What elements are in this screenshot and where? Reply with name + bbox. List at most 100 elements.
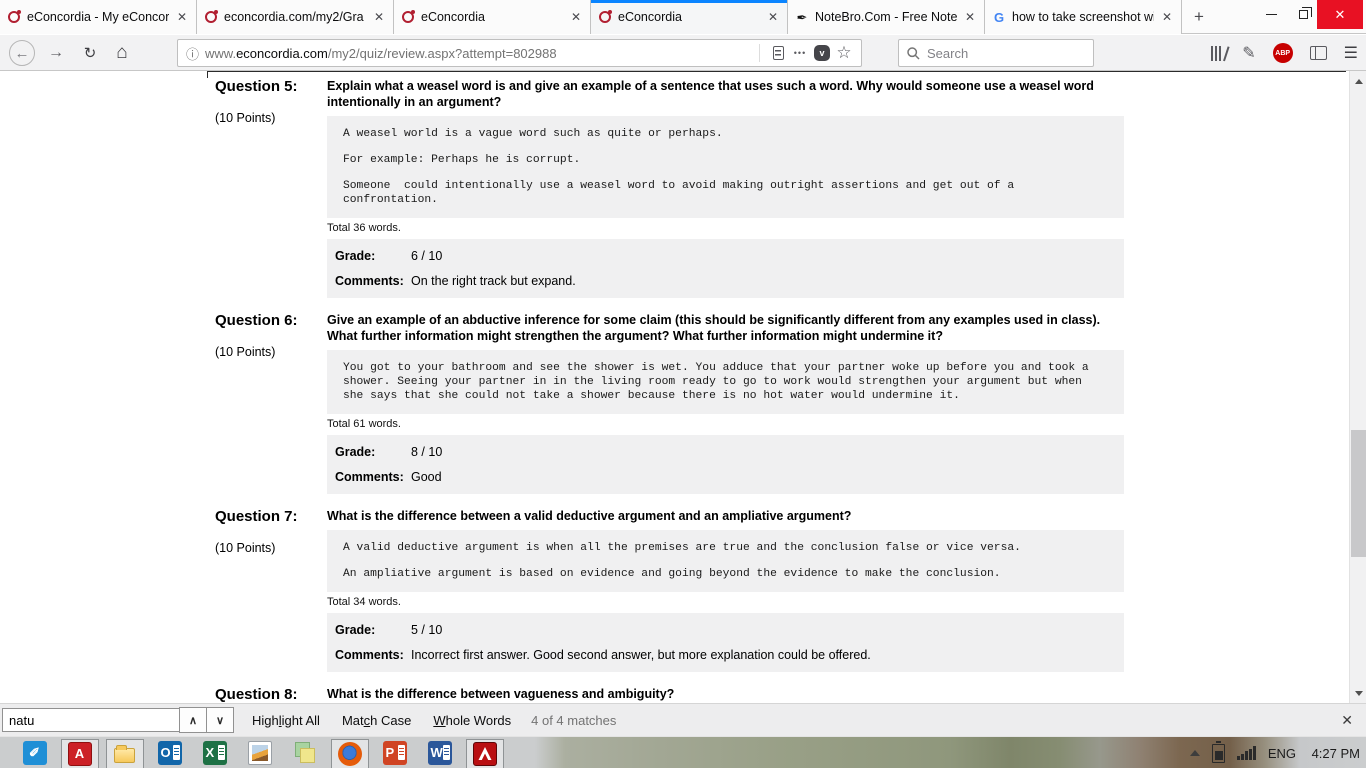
tray-expand-icon[interactable]: [1190, 750, 1200, 756]
tab-close-icon[interactable]: ✕: [963, 10, 977, 24]
reader-mode-icon[interactable]: [767, 41, 789, 65]
photos-icon: [248, 741, 272, 765]
notebro-extension-icon[interactable]: ✎: [1242, 43, 1255, 63]
tab-close-icon[interactable]: ✕: [1160, 10, 1174, 24]
taskbar-outlook[interactable]: O: [147, 737, 192, 768]
tab-google-search[interactable]: G how to take screenshot wi ✕: [985, 0, 1182, 34]
page-actions-icon[interactable]: •••: [789, 41, 811, 65]
question-6-block: Question 6: (10 Points) Give an example …: [215, 312, 1349, 494]
language-indicator[interactable]: ENG: [1268, 746, 1296, 761]
tab-close-icon[interactable]: ✕: [766, 10, 780, 24]
window-close-button[interactable]: ✕: [1317, 0, 1363, 29]
tab-title: eConcordia: [618, 10, 760, 24]
grade-label: Grade:: [335, 623, 411, 637]
highlight-all-button[interactable]: Highlight All: [252, 713, 320, 728]
match-count: 4 of 4 matches: [531, 713, 616, 728]
taskbar-word[interactable]: W: [417, 737, 462, 768]
grade-value: 8 / 10: [411, 445, 442, 459]
url-bar[interactable]: ⓘ www.econcordia.com/my2/quiz/review.asp…: [177, 39, 862, 67]
sidebar-toggle-icon[interactable]: [1310, 46, 1327, 60]
menu-hamburger-icon[interactable]: ☰: [1344, 43, 1358, 63]
word-count: Total 34 words.: [327, 596, 1124, 608]
tab-close-icon[interactable]: ✕: [569, 10, 583, 24]
question-points: (10 Points): [215, 111, 327, 125]
label-part: ight All: [282, 713, 320, 728]
answer-paragraph: Someone could intentionally use a weasel…: [343, 179, 1108, 207]
whole-words-button[interactable]: Whole Words: [433, 713, 511, 728]
tab-econcordia-3[interactable]: eConcordia ✕: [394, 0, 591, 34]
econcordia-favicon-icon: [7, 10, 21, 24]
tab-strip: eConcordia - My eConcor ✕ econcordia.com…: [0, 0, 1366, 34]
firefox-icon: [338, 742, 362, 766]
taskbar-firefox[interactable]: [331, 739, 369, 768]
econcordia-favicon-icon: [204, 10, 218, 24]
tab-title: how to take screenshot wi: [1012, 10, 1154, 24]
clock[interactable]: 4:27 PM: [1308, 746, 1360, 761]
tab-econcordia-active[interactable]: eConcordia ✕: [591, 0, 788, 34]
tab-close-icon[interactable]: ✕: [372, 10, 386, 24]
grade-label: Grade:: [335, 249, 411, 263]
find-previous-button[interactable]: ∧: [179, 707, 207, 733]
tab-econcordia-grades[interactable]: econcordia.com/my2/Gra ✕: [197, 0, 394, 34]
search-input[interactable]: [927, 46, 1067, 61]
tab-notebro[interactable]: ✒ NoteBro.Com - Free Note ✕: [788, 0, 985, 34]
divider: [207, 71, 208, 78]
taskbar-file-explorer[interactable]: [106, 739, 144, 768]
url-path: /my2/quiz/review.aspx?attempt=802988: [328, 46, 557, 61]
comments-value: Good: [411, 470, 442, 484]
question-7-block: Question 7: (10 Points) What is the diff…: [215, 508, 1349, 672]
comments-value: On the right track but expand.: [411, 274, 576, 288]
find-input[interactable]: [2, 708, 180, 732]
tab-close-icon[interactable]: ✕: [175, 10, 189, 24]
url-text[interactable]: www.econcordia.com/my2/quiz/review.aspx?…: [205, 46, 752, 61]
grade-value: 6 / 10: [411, 249, 442, 263]
taskbar-adobe-app[interactable]: A: [61, 739, 99, 768]
answer-paragraph: A weasel world is a vague word such as q…: [343, 127, 1108, 141]
reload-button[interactable]: ↻: [76, 39, 104, 67]
site-info-icon[interactable]: ⓘ: [186, 44, 199, 63]
tab-econcordia-my[interactable]: eConcordia - My eConcor ✕: [0, 0, 197, 34]
bookmark-star-icon[interactable]: ☆: [833, 41, 855, 65]
match-case-button[interactable]: Match Case: [342, 713, 411, 728]
taskbar-excel[interactable]: X: [192, 737, 237, 768]
taskbar-photos[interactable]: [237, 737, 282, 768]
search-bar[interactable]: [898, 39, 1094, 67]
scroll-up-arrow[interactable]: [1350, 73, 1366, 89]
taskbar-rocket-app[interactable]: ✐: [12, 737, 57, 768]
taskbar-acrobat[interactable]: [466, 739, 504, 768]
label-accesskey: W: [433, 713, 445, 728]
taskbar-sticky-notes[interactable]: [282, 737, 327, 768]
question-points: (10 Points): [215, 541, 327, 555]
adblock-plus-icon[interactable]: ABP: [1273, 43, 1293, 63]
rocket-app-icon: ✐: [23, 741, 47, 765]
home-button[interactable]: ⌂: [108, 39, 136, 67]
window-minimize-button[interactable]: [1255, 0, 1287, 29]
question-8-block: Question 8: What is the difference betwe…: [215, 686, 1349, 703]
question-text: What is the difference between a valid d…: [327, 508, 1124, 524]
new-tab-button[interactable]: +: [1182, 0, 1216, 34]
taskbar-powerpoint[interactable]: P: [372, 737, 417, 768]
forward-button[interactable]: →: [42, 39, 70, 67]
network-signal-icon[interactable]: [1237, 746, 1256, 760]
battery-icon[interactable]: [1212, 744, 1225, 763]
answer-paragraph: An ampliative argument is based on evide…: [343, 567, 1108, 581]
navigation-toolbar: ← → ↻ ⌂ ⓘ www.econcordia.com/my2/quiz/re…: [0, 35, 1366, 71]
tab-title: econcordia.com/my2/Gra: [224, 10, 366, 24]
find-next-button[interactable]: ∨: [206, 707, 234, 733]
back-icon: ←: [9, 40, 35, 66]
pocket-icon[interactable]: v: [811, 41, 833, 65]
econcordia-favicon-icon: [598, 10, 612, 24]
econcordia-favicon-icon: [401, 10, 415, 24]
question-text: What is the difference between vagueness…: [327, 686, 1124, 702]
scrollbar-thumb[interactable]: [1351, 430, 1366, 557]
library-icon[interactable]: [1211, 45, 1225, 61]
vertical-scrollbar[interactable]: [1349, 71, 1366, 703]
tab-title: NoteBro.Com - Free Note: [815, 10, 957, 24]
find-close-icon[interactable]: ✕: [1341, 712, 1353, 729]
window-restore-button[interactable]: [1289, 0, 1317, 29]
question-label: Question 6:: [215, 312, 327, 330]
scroll-down-arrow[interactable]: [1350, 685, 1366, 701]
back-button[interactable]: ←: [8, 39, 36, 67]
grade-box: Grade:8 / 10 Comments:Good: [327, 435, 1124, 494]
tab-title: eConcordia: [421, 10, 563, 24]
